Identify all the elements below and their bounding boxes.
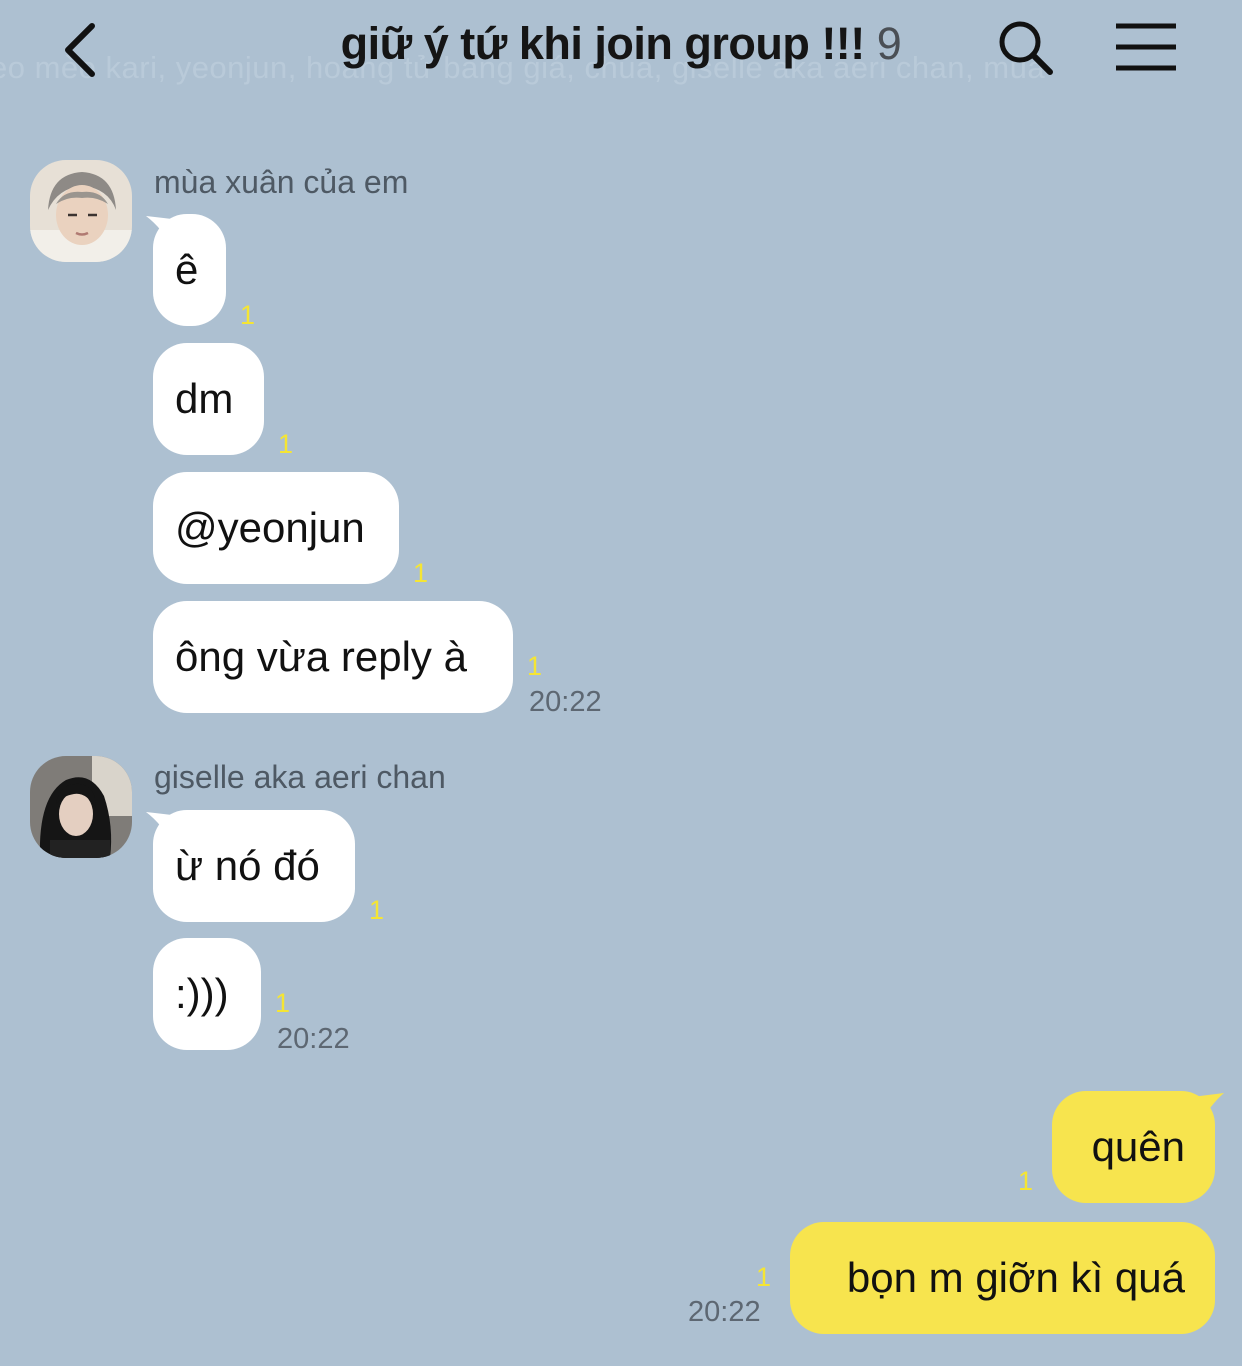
message-text: @yeonjun: [175, 504, 365, 551]
unread-count: 1: [275, 988, 291, 1018]
profile-photo-icon: [30, 756, 132, 858]
search-button[interactable]: [996, 18, 1056, 78]
message-bubble[interactable]: ông vừa reply à: [153, 601, 513, 713]
message-text: bọn m giỡn kì quá: [846, 1254, 1185, 1301]
unread-count: 1: [527, 651, 543, 681]
sender-name: mùa xuân của em: [154, 164, 409, 200]
profile-photo-icon: [30, 160, 132, 262]
sender-name: giselle aka aeri chan: [154, 759, 446, 795]
avatar-giselle[interactable]: [30, 756, 132, 858]
avatar-mua-xuan[interactable]: [30, 160, 132, 262]
message-time: 20:22: [529, 686, 602, 718]
unread-count: 1: [413, 558, 429, 588]
menu-button[interactable]: [1114, 22, 1178, 72]
chat-title-text: giữ ý tứ khi join group !!!: [340, 18, 866, 69]
message-bubble[interactable]: dm: [153, 343, 264, 455]
message-text: ê: [175, 246, 199, 293]
message-bubble[interactable]: :))): [153, 938, 261, 1050]
chat-header: eo mèo kari, yeonjun, hoàng tử băng giá,…: [0, 0, 1242, 110]
unread-count: 1: [278, 429, 294, 459]
search-icon: [999, 21, 1053, 75]
hamburger-menu-icon: [1116, 23, 1176, 71]
message-text: dm: [175, 375, 234, 422]
unread-count: 1: [756, 1262, 772, 1292]
message-text: :))): [175, 970, 229, 1017]
message-bubble[interactable]: bọn m giỡn kì quá: [790, 1222, 1215, 1334]
message-bubble[interactable]: quên: [1052, 1091, 1215, 1203]
member-count: 9: [876, 18, 902, 69]
unread-count: 1: [1018, 1166, 1034, 1196]
unread-count: 1: [240, 300, 256, 330]
message-bubble[interactable]: ê: [153, 214, 226, 326]
message-bubble[interactable]: ừ nó đó: [153, 810, 355, 922]
message-bubble[interactable]: @yeonjun: [153, 472, 399, 584]
unread-count: 1: [369, 895, 385, 925]
message-time: 20:22: [277, 1023, 350, 1055]
message-text: ông vừa reply à: [175, 633, 467, 680]
message-text: ừ nó đó: [175, 842, 320, 889]
message-time: 20:22: [688, 1296, 761, 1328]
message-text: quên: [1091, 1123, 1185, 1170]
